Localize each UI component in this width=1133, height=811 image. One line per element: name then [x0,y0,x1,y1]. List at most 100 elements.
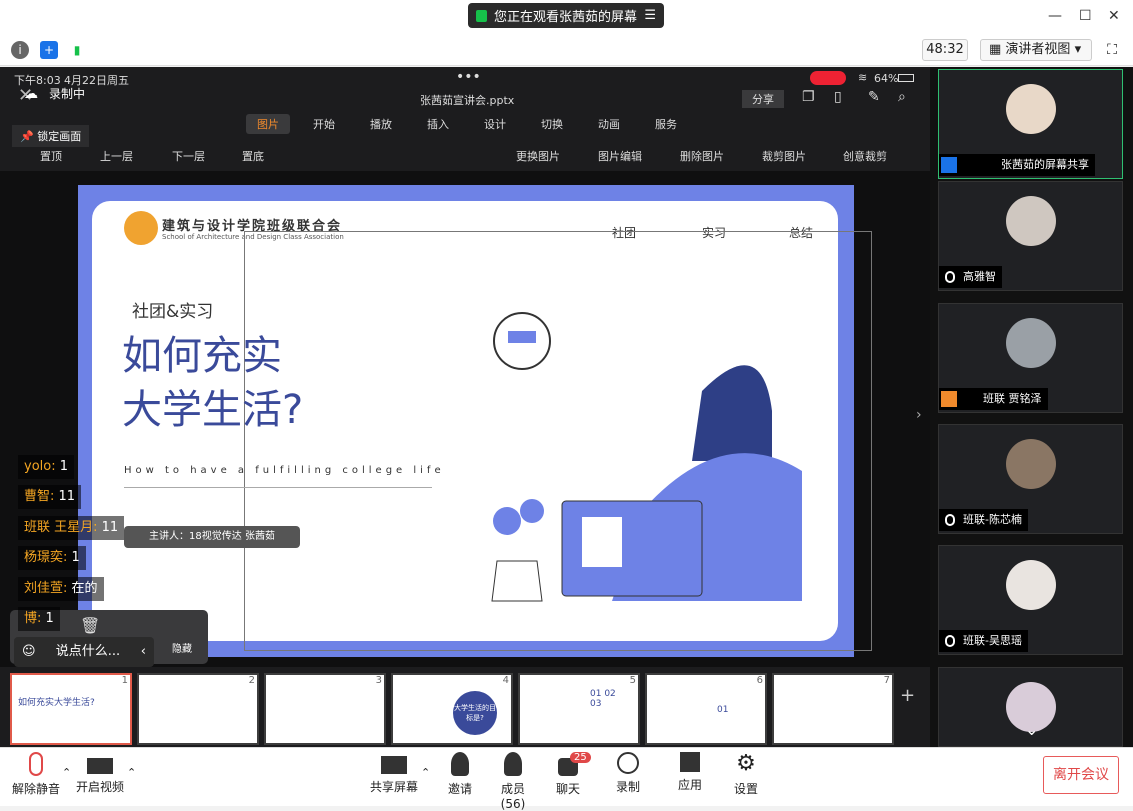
thumbnail-number: 5 [629,675,636,686]
tab-4[interactable]: 设计 [484,116,506,132]
settings-button[interactable]: ⚙ 设置 [730,752,762,804]
thumbnail-2[interactable]: 2 [137,673,259,745]
view-mode-dropdown[interactable]: ▦ 演讲者视图 ▾ [980,39,1092,61]
tab-2[interactable]: 播放 [370,116,392,132]
share-options-icon[interactable]: ⌃ [421,766,430,779]
participant-tile[interactable]: 班联 贾铭泽 [938,303,1123,413]
members-button[interactable]: 成员(56) [490,752,536,811]
participant-tile[interactable]: 班联-陈芯楠 [938,424,1123,534]
share-banner-text: 您正在观看张茜茹的屏幕 [494,10,638,25]
user-icon [941,391,957,407]
share-button[interactable]: 分享 [742,90,784,108]
close-button[interactable]: ✕ [1108,8,1120,24]
unmute-button[interactable]: 解除静音 [12,752,60,804]
chat-user: 杨璟奕: [24,550,68,565]
mic-options-icon[interactable]: ⌃ [62,766,71,779]
pen-icon[interactable]: ✎ [868,89,880,105]
tab-5[interactable]: 切换 [541,116,563,132]
record-icon [617,752,639,774]
chat-button[interactable]: 聊天 25 [552,752,591,804]
mic-muted-icon [29,752,43,776]
shared-screen: 下午8:03 4月22日周五 ••• ≋ 64% ✕ ☁ 录制中 张茜茹宣讲会.… [0,67,930,747]
thumbnail-7[interactable]: 7 [772,673,894,745]
tab-7[interactable]: 服务 [655,116,677,132]
edit-tool-hide[interactable]: 隐藏 [172,640,192,655]
grid-icon: ▦ [989,42,1006,57]
participant-tile[interactable]: 高雅智 [938,181,1123,291]
collapse-chat-icon[interactable]: ‹ [141,637,146,667]
signal-icon[interactable]: ▮ [68,41,86,59]
trash-icon[interactable]: 🗑 [80,616,100,635]
participant-label: 班联 贾铭泽 [939,388,1048,410]
tool-5[interactable]: 图片编辑 [598,148,642,164]
chevron-down-icon[interactable]: ⌄ [1025,720,1038,739]
tool-8[interactable]: 创意裁剪 [843,148,887,164]
tool-0[interactable]: 置顶 [40,148,62,164]
more-dots-icon: ••• [456,69,481,85]
expand-panel-icon[interactable]: › [916,407,922,423]
slide[interactable]: 建筑与设计学院班级联合会 School of Architecture and … [78,185,872,657]
shield-icon[interactable]: + [40,41,58,59]
battery-icon [898,74,914,82]
participant-name: 班联-吴思瑶 [963,634,1022,647]
lock-tip: 📌 锁定画面 [12,125,90,147]
slide-title-1: 如何充实 [122,333,282,379]
share-screen-button[interactable]: 共享屏幕 [370,752,418,804]
start-video-label: 开启视频 [76,780,125,794]
tool-4[interactable]: 更换图片 [516,148,560,164]
cloud-icon: ☁ [24,86,38,102]
thumbnail-1[interactable]: 1 如何充实大学生活? [10,673,132,745]
maximize-button[interactable]: ☐ [1079,8,1092,24]
chat-text: 在的 [67,581,98,596]
slide-thumbnails: 1 如何充实大学生活? 2 3 4 大学生活的目标是? 5 01 02 03 6 01 … [0,667,930,747]
book-icon[interactable]: ▯ [834,89,842,105]
add-slide-button[interactable]: + [900,685,915,706]
bottom-toolbar: 解除静音 ⌃ 开启视频 ⌃ 共享屏幕 ⌃ 邀请 成员(56) 聊天 25 录制 应… [0,747,1133,811]
tool-1[interactable]: 上一层 [100,148,133,164]
thumbnail-text: 大学生活的目标是? [453,691,497,735]
tool-6[interactable]: 删除图片 [680,148,724,164]
menu-icon[interactable]: ☰ [644,8,656,23]
chat-message: 刘佳萱: 在的 [18,577,104,601]
invite-label: 邀请 [447,782,472,796]
tab-6[interactable]: 动画 [598,116,620,132]
share-screen-icon [381,756,407,774]
tab-0[interactable]: 图片 [246,114,290,134]
chat-message: 博: 1 [18,607,60,631]
tab-3[interactable]: 插入 [427,116,449,132]
invite-button[interactable]: 邀请 [442,752,478,804]
thumbnail-number: 7 [883,675,890,686]
tool-3[interactable]: 置底 [242,148,264,164]
search-icon[interactable]: ⌕ [898,89,906,105]
apps-button[interactable]: 应用 [674,752,706,804]
share-banner[interactable]: 您正在观看张茜茹的屏幕 ☰ [468,3,664,28]
share-screen-label: 共享屏幕 [370,780,419,794]
unmute-label: 解除静音 [12,782,61,796]
participant-label: 班联-陈芯楠 [939,509,1028,531]
tool-7[interactable]: 裁剪图片 [762,148,806,164]
tool-2[interactable]: 下一层 [172,148,205,164]
minimize-button[interactable]: — [1048,8,1062,24]
participant-tile[interactable]: 张茜茹的屏幕共享 [938,69,1123,179]
emoji-icon[interactable]: ☺ [22,644,40,659]
thumbnail-6[interactable]: 6 01 [645,673,767,745]
avatar [1006,318,1056,368]
thumbnail-3[interactable]: 3 [264,673,386,745]
thumbnail-5[interactable]: 5 01 02 03 [518,673,640,745]
leave-meeting-button[interactable]: 离开会议 [1043,756,1119,794]
info-icon[interactable]: i [11,41,29,59]
apps-icon [680,752,700,772]
copy-icon[interactable]: ❐ [802,89,815,105]
video-options-icon[interactable]: ⌃ [127,766,136,779]
avatar [1006,84,1056,134]
slide-canvas: 建筑与设计学院班级联合会 School of Architecture and … [0,171,930,667]
participant-tile[interactable]: 班联-吴思瑶 [938,545,1123,655]
thumbnail-4[interactable]: 4 大学生活的目标是? [391,673,513,745]
chat-input-box[interactable]: ☺ 说点什么... ‹ [14,637,154,667]
fullscreen-icon[interactable]: ⛶ [1101,39,1123,61]
start-video-button[interactable]: 开启视频 [76,752,124,804]
chat-message: 班联 王星月: 11 [18,516,125,540]
participant-tile[interactable]: ⌄ [938,667,1123,747]
tab-1[interactable]: 开始 [313,116,335,132]
record-button[interactable]: 录制 [612,752,644,804]
